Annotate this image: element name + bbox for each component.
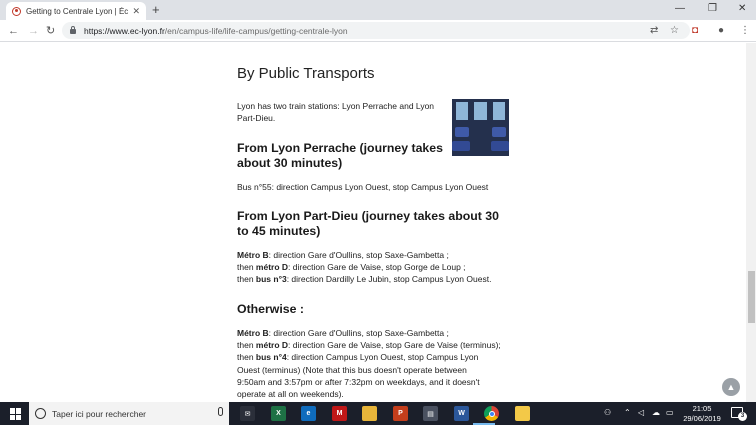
clock-time: 21:05 (692, 404, 712, 413)
word-app-icon[interactable]: W (454, 406, 469, 421)
lock-icon (70, 26, 76, 34)
taskbar-clock[interactable]: 21:05 29/06/2019 (680, 404, 724, 423)
menu-dots-icon[interactable]: ⋮ (740, 23, 750, 39)
show-hidden-icons-chevron-icon[interactable]: ⌃ (624, 407, 631, 419)
bookmark-star-icon[interactable]: ☆ (670, 23, 679, 39)
scrollbar-thumb[interactable] (748, 271, 755, 323)
page-scrollbar[interactable] (746, 43, 756, 402)
route-step: then bus n°3: direction Dardilly Le Jubi… (237, 274, 492, 285)
file-explorer-app-icon[interactable] (362, 406, 377, 421)
people-icon[interactable]: ⚇ (604, 407, 611, 419)
browser-toolbar: ← → ↻ https://www.ec-lyon.fr/en/campus-l… (0, 20, 756, 42)
excel-app-icon[interactable]: X (271, 406, 286, 421)
intro-text: Lyon has two train stations: Lyon Perrac… (237, 101, 435, 123)
address-bar[interactable]: https://www.ec-lyon.fr/en/campus-life/li… (62, 22, 690, 39)
windows-taskbar: Taper ici pour rechercher ✉ Xe M P ▤ W ⚇ ⌃ ◁ … (0, 402, 756, 425)
notification-count-badge: 3 (738, 412, 747, 421)
new-tab-icon[interactable]: + (152, 2, 160, 18)
translate-icon[interactable]: ⇄ (650, 23, 658, 39)
route-perrache-line: Bus n°55: direction Campus Lyon Ouest, s… (237, 182, 489, 192)
extension-icon[interactable]: ◘ (692, 23, 698, 39)
tab-title: Getting to Centrale Lyon | École (26, 6, 129, 16)
browser-tab-strip: Getting to Centrale Lyon | École ✕ + — ❐… (0, 0, 756, 20)
route-step: then bus n°4: direction Campus Lyon Oues… (237, 352, 480, 400)
route-step: then métro D: direction Gare de Vaise, s… (237, 340, 501, 351)
train-interior-image (452, 99, 509, 156)
mcafee-app-icon[interactable]: M (332, 406, 347, 421)
back-to-top-icon[interactable]: ▲ (722, 378, 740, 396)
restore-window-icon[interactable]: ❐ (708, 2, 717, 16)
back-arrow-icon[interactable]: ← (8, 23, 19, 39)
web-page: By Public Transports Lyon has two train … (0, 43, 746, 402)
chrome-app-icon[interactable] (484, 406, 499, 421)
powerpoint-app-icon[interactable]: P (393, 406, 408, 421)
minimize-window-icon[interactable]: — (675, 2, 685, 16)
section-heading-otherwise: Otherwise : (237, 302, 304, 316)
store-app-icon[interactable]: ▤ (423, 406, 438, 421)
taskbar-search-box[interactable]: Taper ici pour rechercher (29, 402, 229, 425)
clock-date: 29/06/2019 (683, 413, 721, 423)
microphone-icon[interactable] (218, 407, 223, 416)
close-tab-icon[interactable]: ✕ (132, 6, 140, 17)
route-step: Métro B: direction Gare d'Oullins, stop … (237, 250, 449, 260)
page-heading: By Public Transports (237, 65, 375, 82)
route-otherwise: Métro B: direction Gare d'Oullins, stop … (237, 327, 509, 400)
cortana-icon (35, 408, 46, 419)
network-icon[interactable]: ▭ (666, 407, 674, 419)
close-window-icon[interactable]: ✕ (738, 2, 746, 16)
browser-tab[interactable]: Getting to Centrale Lyon | École ✕ (6, 2, 146, 20)
reload-icon[interactable]: ↻ (46, 23, 55, 39)
section-heading-part-dieu: From Lyon Part-Dieu (journey takes about… (237, 209, 499, 238)
url-path: /en/campus-life/life-campus/getting-cent… (164, 25, 348, 36)
url-domain: https://www.ec-lyon.fr (84, 25, 165, 36)
notes-app-icon[interactable] (515, 406, 530, 421)
profile-avatar-icon[interactable]: ● (718, 23, 724, 39)
edge-app-icon[interactable]: e (301, 406, 316, 421)
route-part-dieu: Métro B: direction Gare d'Oullins, stop … (237, 249, 517, 286)
route-step: Métro B: direction Gare d'Oullins, stop … (237, 328, 449, 338)
windows-start-icon[interactable] (10, 408, 22, 420)
forward-arrow-icon[interactable]: → (28, 23, 39, 39)
section-heading-perrache: From Lyon Perrache (journey takes about … (237, 141, 443, 170)
site-favicon-icon (12, 6, 21, 16)
mail-app-icon[interactable]: ✉ (240, 406, 255, 421)
route-step: then métro D: direction Gare de Vaise, s… (237, 262, 466, 273)
volume-icon[interactable]: ◁ (638, 407, 644, 419)
search-placeholder: Taper ici pour rechercher (52, 408, 147, 419)
onedrive-cloud-icon[interactable]: ☁ (652, 407, 660, 419)
